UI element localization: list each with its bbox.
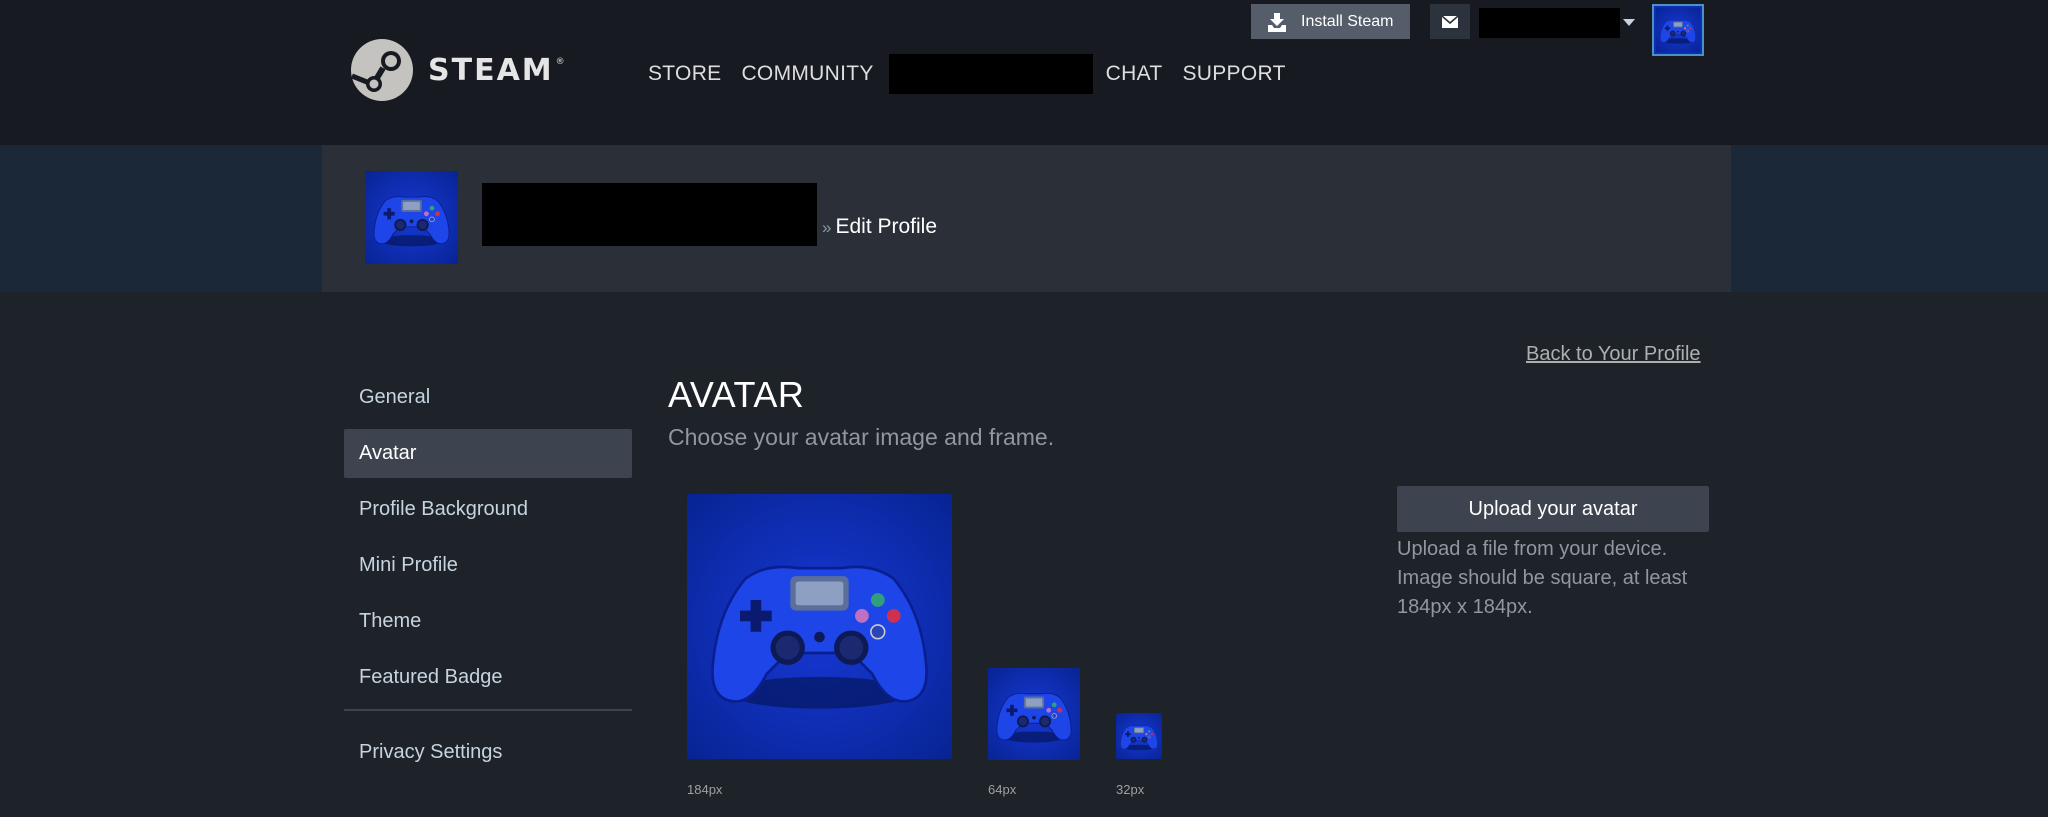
- sidebar-item-featured-badge[interactable]: Featured Badge: [344, 653, 632, 702]
- caret-down-icon[interactable]: [1623, 19, 1635, 26]
- back-to-profile-link[interactable]: Back to Your Profile: [1526, 343, 1701, 366]
- page-title: AVATAR: [668, 374, 805, 415]
- install-steam-label: Install Steam: [1301, 12, 1394, 30]
- sidebar-item-mini-profile[interactable]: Mini Profile: [344, 541, 632, 590]
- sidebar-item-general[interactable]: General: [344, 373, 632, 422]
- upload-avatar-button[interactable]: Upload your avatar: [1397, 486, 1709, 532]
- main-nav: STORE COMMUNITY CHAT SUPPORT: [648, 54, 1286, 94]
- edit-profile-sidebar: General Avatar Profile Background Mini P…: [344, 373, 632, 784]
- sidebar-divider: [344, 709, 632, 711]
- sidebar-item-privacy-settings[interactable]: Privacy Settings: [344, 728, 632, 777]
- profile-avatar[interactable]: [365, 171, 458, 264]
- avatar-preview-64: [988, 668, 1080, 760]
- gamepad-image: [1656, 8, 1700, 52]
- breadcrumb: » Edit Profile: [822, 215, 937, 239]
- download-icon: [1268, 12, 1286, 32]
- redacted-account-name[interactable]: [1479, 8, 1620, 38]
- redacted-username-nav[interactable]: [888, 54, 1093, 94]
- nav-store[interactable]: STORE: [648, 62, 721, 86]
- avatar-preview-32: [1116, 713, 1162, 759]
- logo-text: STEAM: [428, 52, 554, 88]
- gamepad-image: [1116, 713, 1162, 759]
- notifications-button[interactable]: [1430, 4, 1470, 39]
- install-steam-button[interactable]: Install Steam: [1251, 4, 1410, 39]
- gamepad-image: [988, 668, 1080, 760]
- sidebar-item-theme[interactable]: Theme: [344, 597, 632, 646]
- page-subtitle: Choose your avatar image and frame.: [668, 424, 1055, 450]
- upload-help-text: Upload a file from your device. Image sh…: [1397, 538, 1688, 618]
- breadcrumb-current: Edit Profile: [835, 215, 938, 238]
- size-label-184: 184px: [687, 782, 723, 797]
- avatar-preview-184: [687, 494, 952, 759]
- envelope-icon: [1442, 15, 1458, 28]
- gamepad-image: [687, 494, 952, 759]
- size-label-64: 64px: [988, 782, 1017, 797]
- sidebar-item-avatar[interactable]: Avatar: [344, 429, 632, 478]
- profile-header: » Edit Profile: [322, 145, 1731, 292]
- global-actions: Install Steam: [0, 4, 2048, 56]
- size-label-32: 32px: [1116, 782, 1145, 797]
- top-header: STEAM ® STORE COMMUNITY CHAT SUPPORT Inst…: [0, 0, 2048, 145]
- avatar[interactable]: [1652, 4, 1704, 56]
- sidebar-item-profile-background[interactable]: Profile Background: [344, 485, 632, 534]
- nav-support[interactable]: SUPPORT: [1182, 62, 1285, 86]
- redacted-profile-name[interactable]: [482, 183, 817, 246]
- nav-chat[interactable]: CHAT: [1106, 62, 1163, 86]
- breadcrumb-separator: »: [822, 218, 832, 237]
- nav-community[interactable]: COMMUNITY: [741, 62, 873, 86]
- logo-registered: ®: [555, 56, 567, 67]
